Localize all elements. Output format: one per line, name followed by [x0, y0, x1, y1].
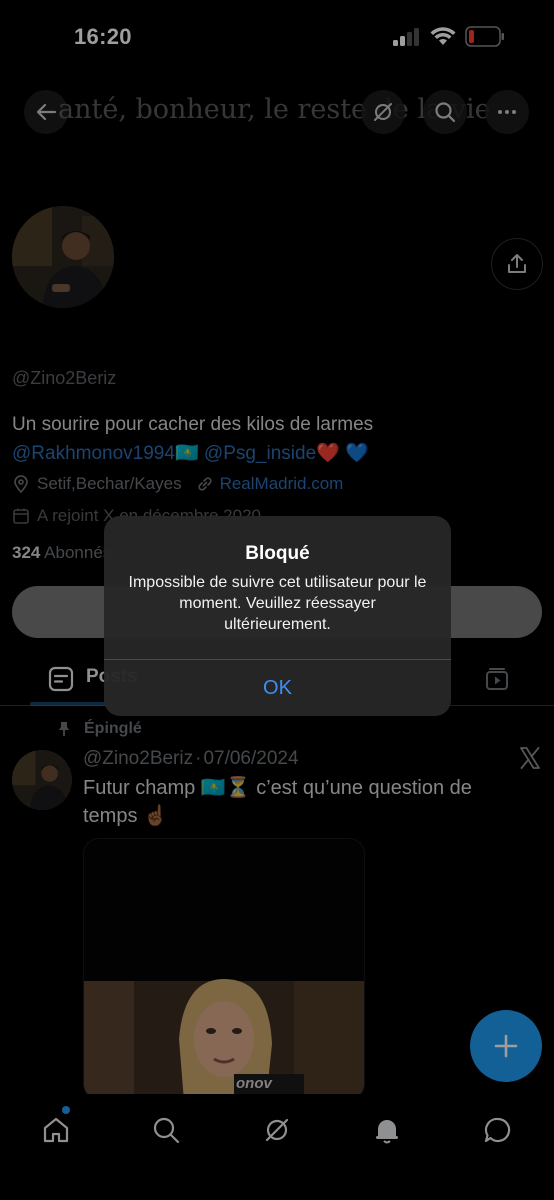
blocked-alert-dialog: Bloqué Impossible de suivre cet utilisat…	[104, 516, 451, 716]
alert-message: Impossible de suivre cet utilisateur pou…	[128, 574, 427, 633]
alert-title: Bloqué	[245, 543, 310, 564]
alert-ok-button[interactable]: OK	[104, 660, 451, 716]
